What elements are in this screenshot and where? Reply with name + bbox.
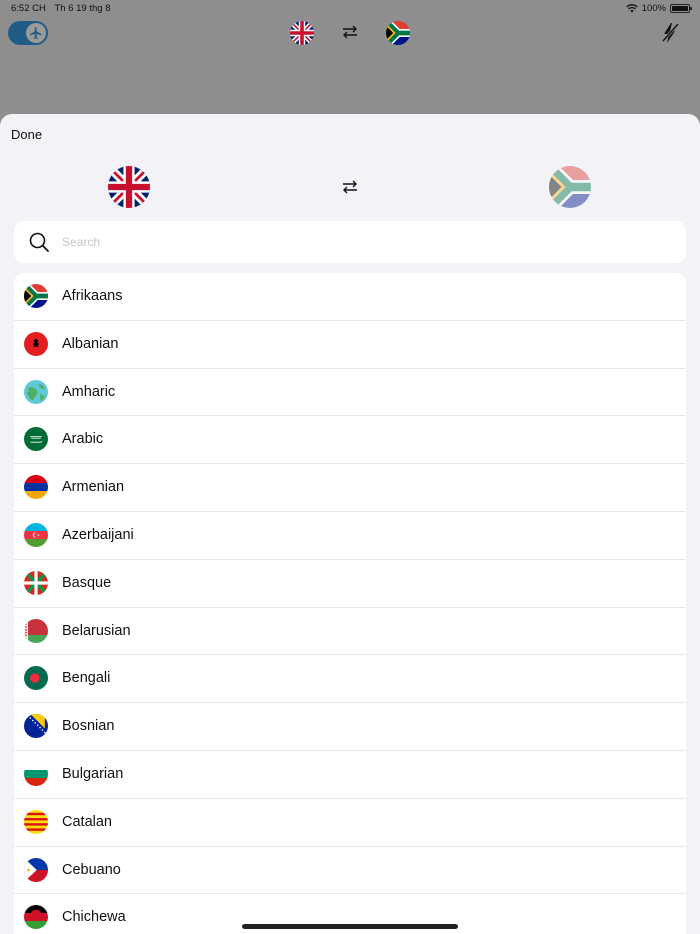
source-language-flag[interactable] [290,21,314,45]
swap-languages-button[interactable] [338,20,362,44]
flag-bosnia-icon [24,714,48,739]
status-left: 6:52 CH Th 6 19 thg 8 [11,3,110,14]
flag-united-kingdom [108,166,150,208]
airplane-icon [30,27,42,39]
language-row[interactable]: Cebuano [14,847,686,895]
language-row[interactable]: Azerbaijani [14,512,686,560]
language-name: Belarusian [62,622,131,639]
language-name: Armenian [62,479,125,496]
flag-malawi-icon [24,905,48,930]
battery-percent: 100% [641,3,666,14]
language-row[interactable]: Bulgarian [14,751,686,799]
language-name: Catalan [62,813,112,830]
language-name: Bosnian [62,718,115,735]
flag-south-africa-icon [24,284,48,308]
target-language-flag[interactable] [386,21,410,45]
flag-albania-icon [24,331,48,356]
flag-catalonia-icon [24,809,48,834]
language-list: Afrikaans Albanian Amharic Arabic Armenian Az… [14,273,686,934]
language-picker-sheet: Done Search Afrikaans Albanian Amharic A… [0,114,700,934]
language-name: Bulgarian [62,765,124,782]
language-pair [0,166,700,208]
search-icon [29,232,49,252]
flag-bulgaria-icon [24,761,48,786]
language-name: Bengali [62,670,111,687]
language-row[interactable]: Albanian [14,321,686,369]
language-row[interactable]: Bengali [14,655,686,704]
main-toolbar [0,18,700,48]
status-bar: 6:52 CH Th 6 19 thg 8 100% [0,0,700,18]
globe-icon [24,379,48,404]
status-right: 100% [626,3,692,14]
done-button[interactable]: Done [11,127,42,142]
language-row[interactable]: Amharic [14,369,686,417]
language-name: Basque [62,574,112,591]
flag-belarus-icon [24,618,48,643]
flag-azerbaijan-icon [24,522,48,547]
swap-languages-button[interactable] [339,176,361,198]
source-language-selector[interactable] [108,166,150,208]
swap-arrows-icon [343,180,357,194]
language-name: Amharic [62,383,116,400]
language-row[interactable]: Arabic [14,416,686,465]
language-name: Albanian [62,335,119,352]
wifi-icon [626,4,638,13]
language-row[interactable]: Bosnian [14,703,686,751]
language-name: Cebuano [62,861,121,878]
flag-united-kingdom [290,21,314,45]
status-time: 6:52 CH [11,3,46,14]
flag-south-africa [549,166,591,208]
battery-level [672,6,688,11]
language-row[interactable]: Basque [14,560,686,608]
flash-off-icon [661,23,680,43]
status-date: Th 6 19 thg 8 [54,3,111,14]
language-row[interactable]: Armenian [14,464,686,512]
search-input[interactable] [62,221,662,263]
flag-philippines-icon [24,857,48,882]
target-language-selector[interactable] [549,166,591,208]
swap-arrows-icon [343,25,357,39]
flag-south-africa [386,21,410,45]
search-bar [14,221,686,263]
language-name: Afrikaans [62,288,123,304]
language-name: Azerbaijani [62,526,134,543]
offline-mode-toggle[interactable] [8,21,48,45]
home-indicator [242,924,458,929]
language-row[interactable]: Belarusian [14,608,686,656]
flag-bangladesh-icon [24,666,48,691]
language-name: Chichewa [62,909,126,926]
language-row[interactable]: Catalan [14,799,686,847]
flag-saudi-arabia-icon [24,427,48,452]
battery-icon [670,4,692,13]
flag-basque-icon [24,570,48,595]
language-row[interactable]: Afrikaans [14,273,686,321]
language-name: Arabic [62,431,104,448]
flag-armenia-icon [24,475,48,500]
flash-toggle-button[interactable] [658,20,682,46]
toggle-knob [26,23,46,43]
